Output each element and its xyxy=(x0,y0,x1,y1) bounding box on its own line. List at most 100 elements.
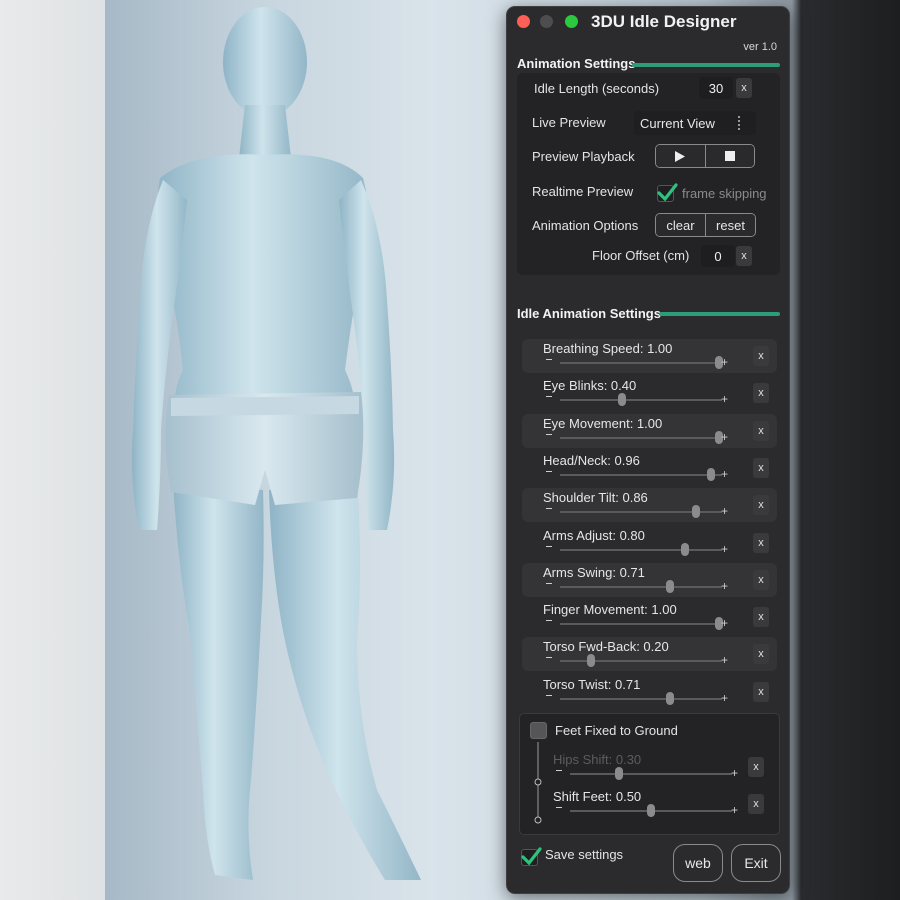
feet-fixed-checkbox[interactable] xyxy=(530,722,547,739)
decrease-icon[interactable] xyxy=(546,508,552,510)
eye-blinks-slider-thumb[interactable] xyxy=(617,393,626,407)
torso-twist-slider-thumb[interactable] xyxy=(666,691,675,705)
increase-icon[interactable]: + xyxy=(721,356,728,368)
exit-button[interactable]: Exit xyxy=(731,844,781,882)
feet-fixed-label: Feet Fixed to Ground xyxy=(555,723,678,738)
decrease-icon[interactable] xyxy=(556,770,562,771)
breathing-speed-slider-row: Breathing Speed: 1.00 + x xyxy=(522,339,777,373)
increase-icon[interactable]: + xyxy=(721,580,728,592)
arms-adjust-slider-label: Arms Adjust: 0.80 xyxy=(543,527,645,543)
increase-icon[interactable]: + xyxy=(721,617,728,629)
breathing-speed-slider-reset-button[interactable]: x xyxy=(753,346,769,366)
shoulder-tilt-slider-row: Shoulder Tilt: 0.86 + x xyxy=(522,488,777,523)
torso-twist-slider-reset-button[interactable]: x xyxy=(753,681,769,702)
live-preview-dropdown[interactable]: Current View xyxy=(634,111,756,135)
playback-controls xyxy=(655,144,755,168)
checkmark-icon xyxy=(657,183,678,202)
stop-icon xyxy=(724,151,735,161)
dropdown-handle-icon xyxy=(738,116,740,130)
increase-icon[interactable]: + xyxy=(731,767,738,779)
increase-icon[interactable]: + xyxy=(721,393,728,405)
increase-icon[interactable]: + xyxy=(731,804,738,816)
decrease-icon[interactable] xyxy=(546,657,552,659)
finger-movement-slider-reset-button[interactable]: x xyxy=(753,607,769,628)
minimize-window-button[interactable] xyxy=(540,15,553,28)
close-window-button[interactable] xyxy=(517,15,530,28)
web-button[interactable]: web xyxy=(673,844,723,882)
clear-button[interactable]: clear xyxy=(656,214,705,236)
torso-fwd-back-slider-thumb[interactable] xyxy=(586,654,595,668)
idle-settings-heading: Idle Animation Settings xyxy=(517,306,661,321)
shift-feet-slider-label: Shift Feet: 0.50 xyxy=(553,789,642,804)
breathing-speed-slider-track[interactable] xyxy=(560,362,722,364)
increase-icon[interactable]: + xyxy=(721,654,728,666)
torso-twist-slider-track[interactable] xyxy=(560,697,722,700)
decrease-icon[interactable] xyxy=(556,807,562,808)
frame-skipping-label: frame skipping xyxy=(682,186,767,201)
torso-fwd-back-slider-row: Torso Fwd-Back: 0.20 + x xyxy=(522,637,777,672)
shoulder-tilt-slider-reset-button[interactable]: x xyxy=(753,495,769,516)
decrease-icon[interactable] xyxy=(546,694,552,696)
stop-button[interactable] xyxy=(704,145,754,167)
title-bar[interactable]: 3DU Idle Designer xyxy=(507,7,789,37)
reset-button[interactable]: reset xyxy=(705,214,755,236)
eye-movement-slider-track[interactable] xyxy=(560,436,722,439)
arms-adjust-slider-track[interactable] xyxy=(560,548,722,551)
head-neck-slider-reset-button[interactable]: x xyxy=(753,457,769,478)
floor-offset-input[interactable]: 0 xyxy=(701,245,735,267)
idle-length-input[interactable]: 30 xyxy=(699,77,733,99)
torso-fwd-back-slider-label: Torso Fwd-Back: 0.20 xyxy=(543,639,669,655)
arms-swing-slider-track[interactable] xyxy=(560,585,722,588)
decrease-icon[interactable] xyxy=(546,620,552,622)
increase-icon[interactable]: + xyxy=(721,468,728,480)
arms-adjust-slider-reset-button[interactable]: x xyxy=(753,532,769,553)
shoulder-tilt-slider-thumb[interactable] xyxy=(692,505,701,519)
torso-fwd-back-slider-track[interactable] xyxy=(560,660,722,663)
decrease-icon[interactable] xyxy=(546,545,552,547)
head-neck-slider-thumb[interactable] xyxy=(706,467,715,481)
eye-movement-slider-row: Eye Movement: 1.00 + x xyxy=(522,413,777,448)
decrease-icon[interactable] xyxy=(546,359,552,360)
shift-feet-slider-thumb[interactable] xyxy=(647,804,655,817)
decrease-icon[interactable] xyxy=(546,433,552,435)
floor-offset-clear-button[interactable]: x xyxy=(736,246,752,266)
head-neck-slider-row: Head/Neck: 0.96 + x xyxy=(522,451,777,485)
shoulder-tilt-slider-label: Shoulder Tilt: 0.86 xyxy=(543,490,648,506)
arms-swing-slider-row: Arms Swing: 0.71 + x xyxy=(522,562,777,597)
idle-length-clear-button[interactable]: x xyxy=(736,78,752,98)
hips-shift-slider-reset-button[interactable]: x xyxy=(748,757,764,777)
play-icon xyxy=(675,150,686,162)
decrease-icon[interactable] xyxy=(546,396,552,398)
save-settings-checkbox[interactable] xyxy=(521,847,542,866)
shift-feet-slider-reset-button[interactable]: x xyxy=(748,794,764,814)
increase-icon[interactable]: + xyxy=(721,431,728,443)
arms-swing-slider-reset-button[interactable]: x xyxy=(753,569,769,590)
checkmark-icon xyxy=(521,847,542,866)
hips-shift-slider-label: Hips Shift: 0.30 xyxy=(553,752,642,767)
hips-shift-slider-thumb[interactable] xyxy=(614,767,623,780)
decrease-icon[interactable] xyxy=(546,582,552,584)
arms-adjust-slider-thumb[interactable] xyxy=(680,542,689,556)
hips-shift-slider-track[interactable] xyxy=(570,773,732,775)
play-button[interactable] xyxy=(656,145,705,167)
head-neck-slider-track[interactable] xyxy=(560,473,722,476)
animation-settings-box xyxy=(517,73,780,275)
eye-blinks-slider-reset-button[interactable]: x xyxy=(753,383,769,404)
eye-blinks-slider-track[interactable] xyxy=(560,399,722,402)
zoom-window-button[interactable] xyxy=(565,15,578,28)
preview-playback-label: Preview Playback xyxy=(532,149,635,164)
increase-icon[interactable]: + xyxy=(721,543,728,555)
torso-fwd-back-slider-reset-button[interactable]: x xyxy=(753,644,769,665)
finger-movement-slider-track[interactable] xyxy=(560,623,722,626)
head-neck-slider-label: Head/Neck: 0.96 xyxy=(543,452,640,468)
decrease-icon[interactable] xyxy=(546,470,552,472)
arms-swing-slider-label: Arms Swing: 0.71 xyxy=(543,564,645,580)
eye-movement-slider-label: Eye Movement: 1.00 xyxy=(543,415,663,431)
realtime-preview-label: Realtime Preview xyxy=(532,184,634,199)
eye-movement-slider-reset-button[interactable]: x xyxy=(753,420,769,441)
arms-swing-slider-thumb[interactable] xyxy=(666,579,675,593)
increase-icon[interactable]: + xyxy=(721,505,728,517)
finger-movement-slider-label: Finger Movement: 1.00 xyxy=(543,602,677,618)
frame-skipping-checkbox[interactable] xyxy=(657,183,678,202)
increase-icon[interactable]: + xyxy=(721,692,728,704)
